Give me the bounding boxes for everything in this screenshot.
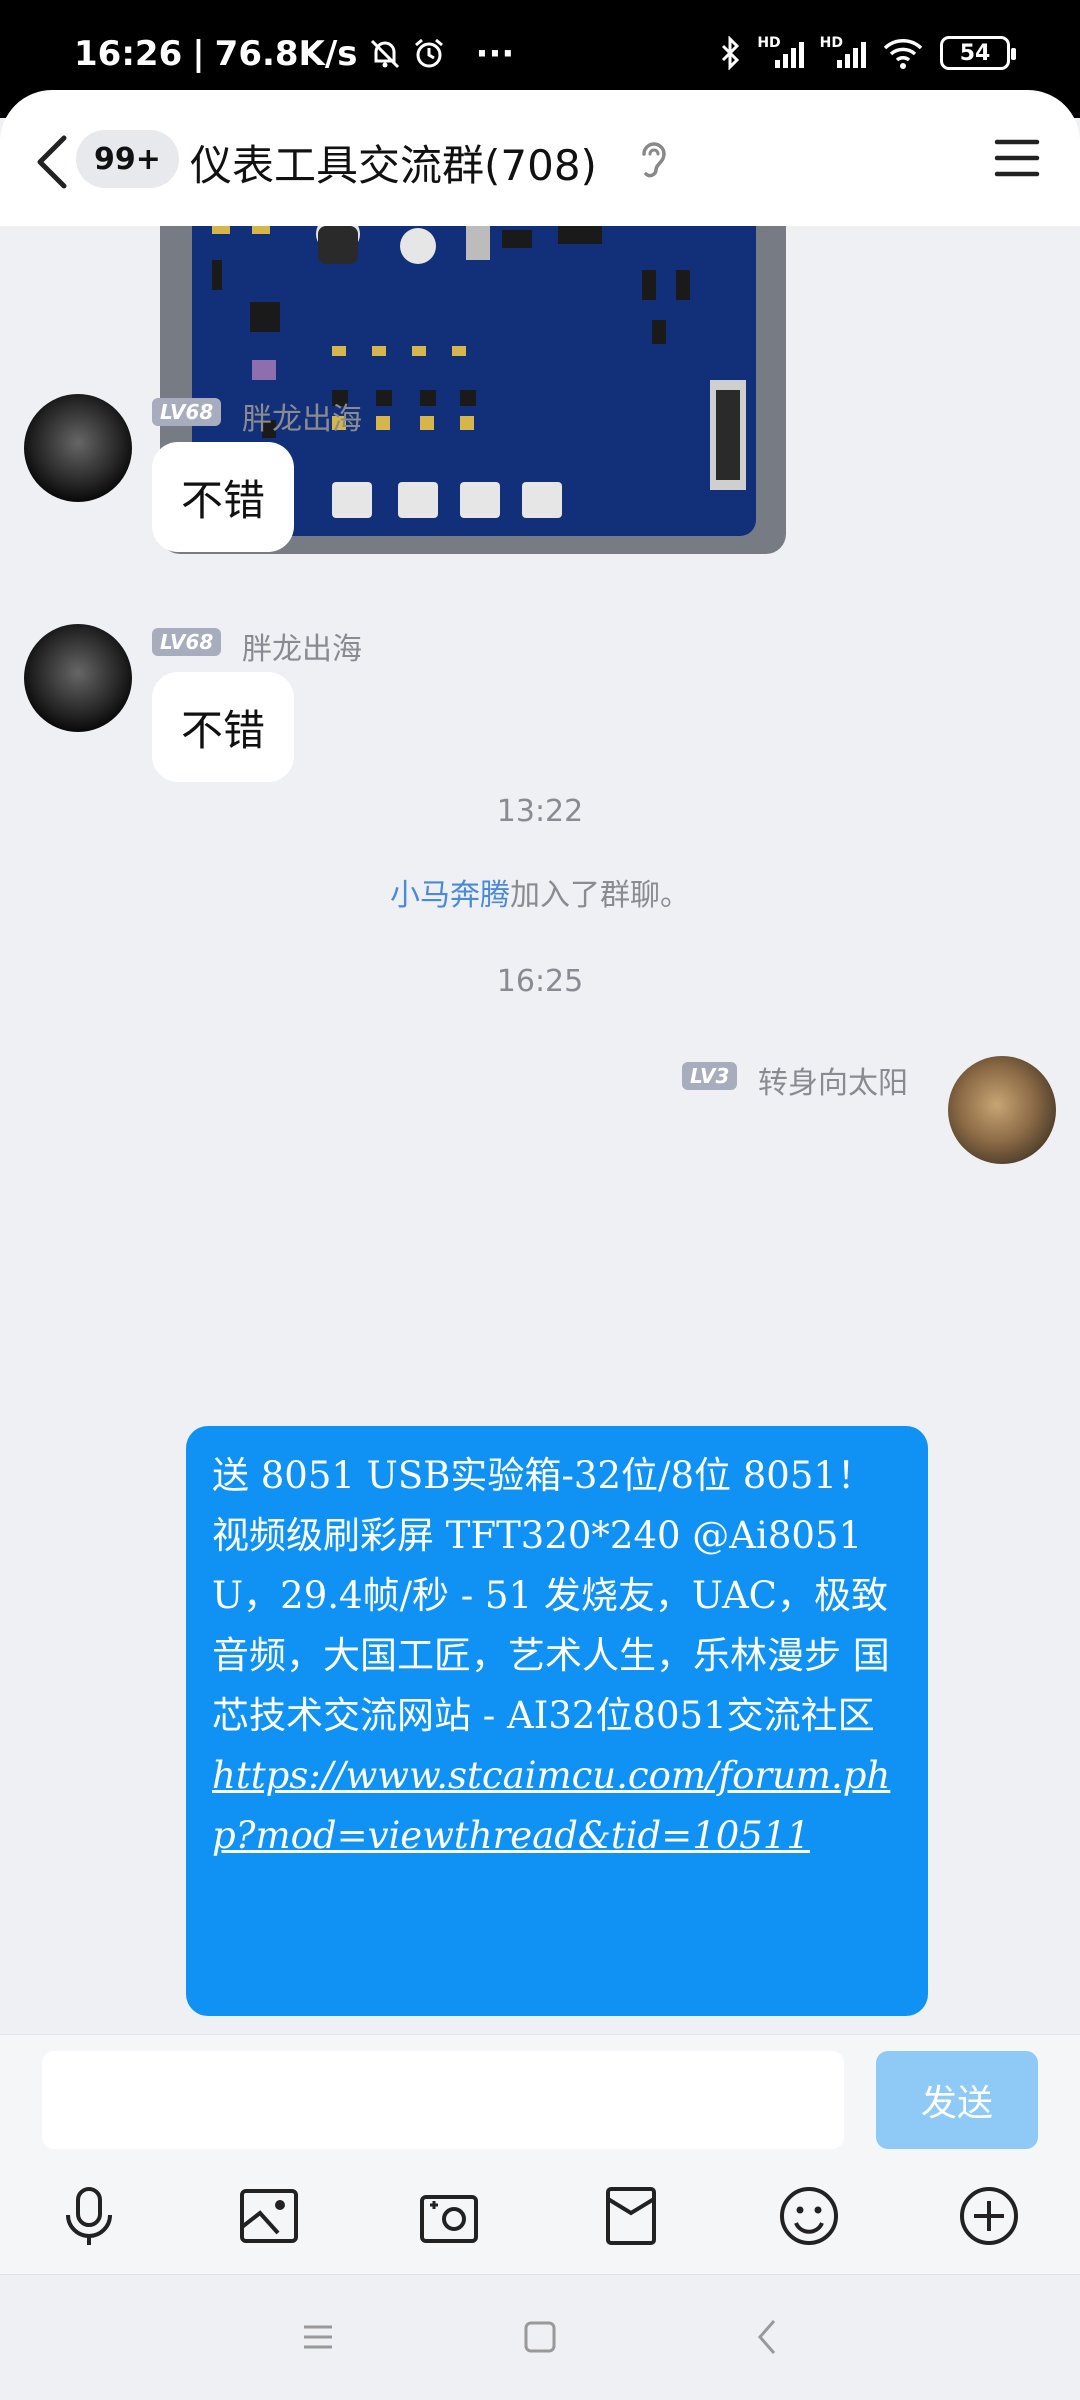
plus-icon[interactable]: [956, 2183, 1022, 2249]
chat-header: 99+ 仪表工具交流群(708): [0, 90, 1080, 226]
link-message-bubble[interactable]: 送 8051 USB实验箱-32位/8位 8051！视频级刷彩屏 TFT320*…: [186, 1426, 928, 2016]
earpiece-mode-icon[interactable]: [636, 138, 672, 184]
level-badge: LV68: [152, 628, 222, 656]
image-icon[interactable]: [236, 2183, 302, 2249]
message-input[interactable]: [42, 2051, 844, 2149]
battery-level: 54: [959, 40, 991, 66]
avatar[interactable]: [948, 1056, 1056, 1164]
member-link[interactable]: 小马奔腾: [390, 878, 510, 913]
send-button[interactable]: 发送: [876, 2051, 1038, 2149]
alarm-icon: [414, 38, 443, 68]
network-speed: 76.8K/s: [214, 34, 358, 74]
input-toolbar: [0, 2183, 1080, 2263]
input-area: 发送: [0, 2034, 1080, 2274]
microphone-icon[interactable]: [56, 2183, 122, 2249]
message-bubble[interactable]: 不错: [152, 672, 294, 782]
back-icon[interactable]: [748, 2317, 788, 2357]
recents-icon[interactable]: [298, 2317, 338, 2357]
level-badge: LV3: [682, 1062, 738, 1090]
battery-icon: 54: [940, 36, 1016, 70]
sender-name[interactable]: 转身向太阳: [758, 1058, 908, 1102]
sender-name[interactable]: 胖龙出海: [242, 394, 362, 438]
hd-label: HD: [757, 35, 781, 51]
timestamp: 16:25: [496, 964, 584, 999]
level-badge: LV68: [152, 398, 222, 426]
status-time: 16:26: [74, 34, 183, 74]
system-navigation-bar: [0, 2274, 1080, 2400]
back-arrow-icon[interactable]: [28, 132, 74, 192]
menu-icon[interactable]: [994, 136, 1040, 180]
more-notifications: ···: [475, 34, 515, 74]
sender-name[interactable]: 胖龙出海: [242, 624, 362, 668]
system-message: 小马奔腾加入了群聊。: [390, 878, 690, 913]
message-link[interactable]: https://www.stcaimcu.com/forum.php?mod=v…: [212, 1754, 890, 1857]
emoji-icon[interactable]: [776, 2183, 842, 2249]
avatar[interactable]: [24, 624, 132, 732]
wifi-icon: [883, 39, 923, 69]
hd-label: HD: [819, 35, 843, 51]
camera-icon[interactable]: [416, 2183, 482, 2249]
bluetooth-icon: [722, 36, 740, 70]
chat-title: 仪表工具交流群(708): [190, 141, 597, 190]
avatar[interactable]: [24, 394, 132, 502]
message-bubble[interactable]: 不错: [152, 442, 294, 552]
unread-count-badge[interactable]: 99+: [76, 130, 179, 188]
mute-bell-icon: [370, 39, 399, 69]
home-icon[interactable]: [520, 2317, 560, 2357]
red-packet-icon[interactable]: [598, 2183, 664, 2249]
timestamp: 13:22: [496, 794, 584, 829]
